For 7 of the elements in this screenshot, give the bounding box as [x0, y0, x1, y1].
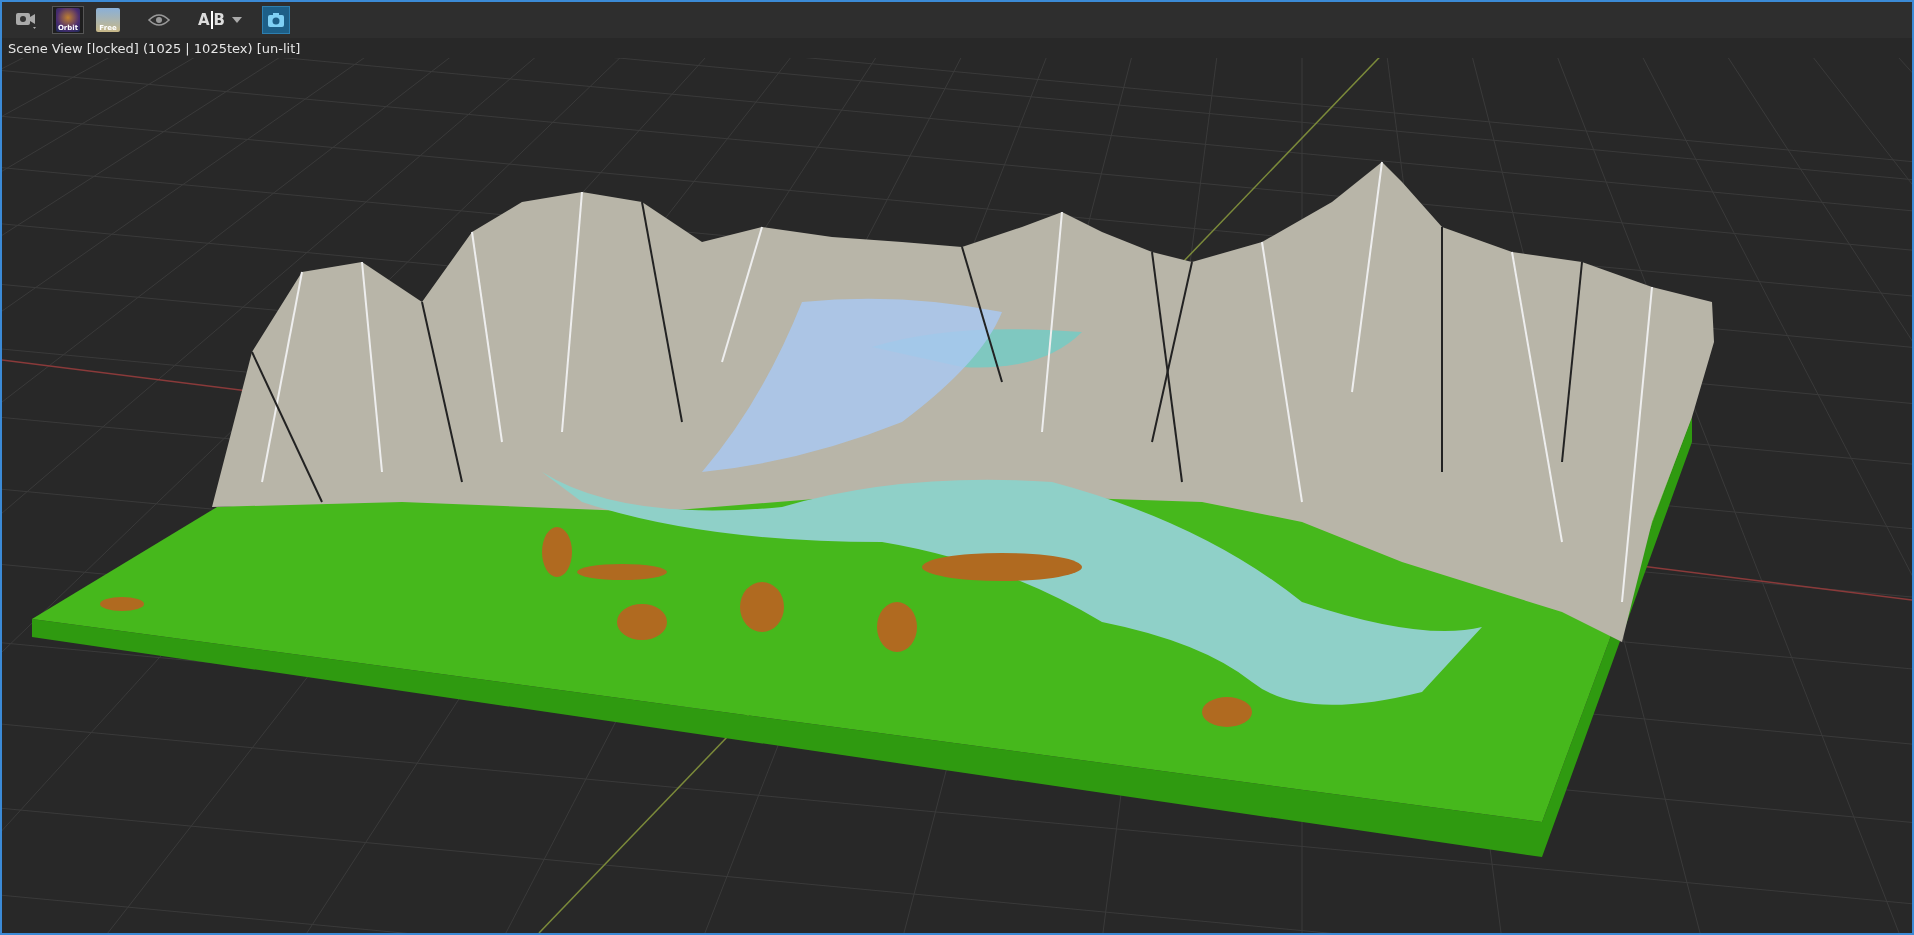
- scene-view-status: Scene View [locked] (1025 | 1025tex) [un-lit]: [8, 40, 301, 56]
- ab-compare-button[interactable]: A B: [194, 6, 247, 34]
- terrain-viewport[interactable]: [2, 58, 1912, 933]
- eye-icon: [148, 14, 170, 26]
- caret-icon: [232, 17, 243, 23]
- camera-icon: [268, 13, 285, 27]
- snapshot-button[interactable]: [262, 6, 291, 34]
